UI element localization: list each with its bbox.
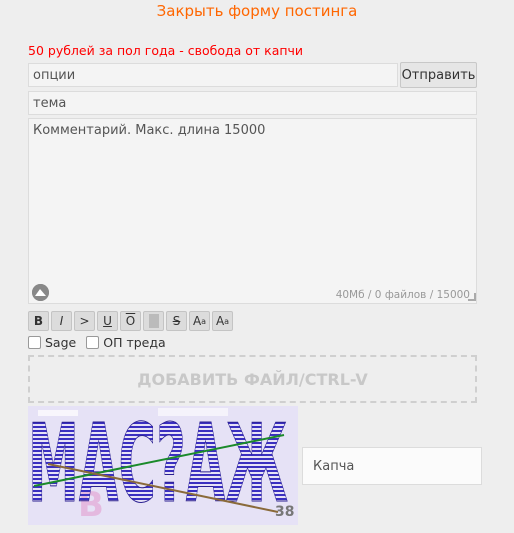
comment-counter: 40Мб / 0 файлов / 15000 (335, 289, 470, 301)
italic-button[interactable]: I (51, 311, 72, 331)
sage-checkbox-box[interactable] (28, 336, 41, 349)
strikethrough-button[interactable]: S (166, 311, 187, 331)
subscript-small: a (224, 316, 230, 326)
spoiler-button[interactable] (143, 311, 164, 331)
subject-input[interactable]: тема (28, 91, 477, 115)
underline-button[interactable]: U (97, 311, 118, 331)
resize-grip-icon[interactable] (468, 293, 476, 301)
captcha-text: МАС?АЖ (28, 406, 288, 525)
captcha-number: 38 (275, 504, 294, 520)
markup-toolbar: B I > U O S Aa Aa (28, 311, 233, 331)
bold-button[interactable]: B (28, 311, 49, 331)
quote-button[interactable]: > (74, 311, 95, 331)
superscript-letter: A (192, 314, 202, 328)
submit-button[interactable]: Отправить (400, 62, 477, 88)
promo-link[interactable]: 50 рублей за пол года - свобода от капчи (28, 43, 303, 58)
subscript-letter: A (215, 314, 225, 328)
op-label: ОП треда (103, 335, 166, 350)
subscript-button[interactable]: Aa (212, 311, 233, 331)
sage-checkbox[interactable]: Sage (28, 335, 76, 350)
captcha-input[interactable]: Капча (302, 447, 482, 485)
captcha-image[interactable]: В МАС?АЖ 38 (28, 406, 298, 525)
close-posting-form-link[interactable]: Закрыть форму постинга (0, 2, 514, 20)
op-checkbox-box[interactable] (86, 336, 100, 349)
overline-button[interactable]: O (120, 311, 141, 331)
comment-textarea[interactable]: Комментарий. Макс. длина 15000 (28, 118, 477, 304)
post-options: Sage ОП треда (28, 335, 166, 350)
sage-label: Sage (45, 335, 77, 350)
superscript-small: a (201, 316, 207, 326)
superscript-button[interactable]: Aa (189, 311, 210, 331)
options-input[interactable]: опции (28, 63, 398, 87)
emoji-icon[interactable] (32, 284, 49, 301)
file-dropzone[interactable]: ДОБАВИТЬ ФАЙЛ/CTRL-V (28, 355, 477, 403)
op-checkbox[interactable]: ОП треда (86, 335, 166, 350)
